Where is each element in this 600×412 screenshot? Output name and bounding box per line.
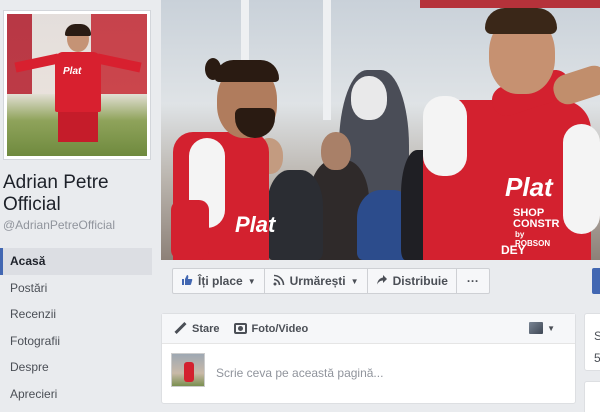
nav-item-reviews[interactable]: Recenzii xyxy=(0,301,152,328)
page-title[interactable]: Adrian Petre Official xyxy=(3,172,153,216)
share-button[interactable]: Distribuie xyxy=(367,268,457,294)
side-card: S 5 xyxy=(584,313,600,371)
jersey-sponsor-text: Plat xyxy=(63,66,82,77)
share-arrow-icon xyxy=(376,274,388,289)
follow-label: Urmărești xyxy=(289,274,346,288)
composer-tabs: Stare Foto/Video ▼ xyxy=(162,314,575,344)
profile-picture[interactable]: Plat xyxy=(3,10,151,160)
jersey-sponsor-text: Plat xyxy=(505,172,553,202)
nav-item-home[interactable]: Acasă xyxy=(0,248,152,275)
chevron-down-icon: ▼ xyxy=(247,276,256,286)
share-label: Distribuie xyxy=(392,274,448,288)
page-nav: Acasă Postări Recenzii Fotografii Despre… xyxy=(0,248,152,407)
like-button[interactable]: Îți place ▼ xyxy=(172,268,265,294)
like-label: Îți place xyxy=(198,274,243,288)
post-composer: Stare Foto/Video ▼ Scrie ceva pe această… xyxy=(161,313,576,404)
stadium-pole xyxy=(323,0,331,120)
fan-head xyxy=(321,132,351,170)
side-card xyxy=(584,381,600,412)
page-handle[interactable]: @AdrianPetreOfficial xyxy=(3,218,115,232)
fan-figure xyxy=(267,170,323,260)
sponsor-text: CONSTR xyxy=(513,218,560,230)
tab-status-label: Stare xyxy=(192,322,220,335)
avatar xyxy=(171,353,205,387)
nav-item-about[interactable]: Despre xyxy=(0,354,152,381)
tab-photo-video-label: Foto/Video xyxy=(251,322,309,335)
nav-item-likes[interactable]: Aprecieri xyxy=(0,381,152,408)
jersey-sponsor-text: Plat xyxy=(235,212,276,237)
stadium-roof xyxy=(420,0,600,8)
chevron-down-icon: ▼ xyxy=(547,323,555,333)
avatar xyxy=(529,322,544,334)
page-action-bar: Îți place ▼ Urmărești ▼ Distribuie ··· xyxy=(172,268,490,294)
cover-photo[interactable]: Plat Plat SHOP CONSTR by ROBSON DEY xyxy=(161,0,600,260)
composer-identity-menu[interactable]: ▼ xyxy=(529,322,555,334)
tab-status[interactable]: Stare xyxy=(174,322,220,335)
composer-body: Scrie ceva pe această pagină... xyxy=(162,344,575,404)
player-figure: Plat xyxy=(14,24,142,156)
side-card-text: S xyxy=(594,329,600,343)
camera-icon xyxy=(233,323,247,334)
pencil-icon xyxy=(174,322,187,335)
sponsor-text: DEY xyxy=(501,243,526,257)
thumbs-up-icon xyxy=(181,274,193,289)
more-dots-icon: ··· xyxy=(466,274,479,288)
chevron-down-icon: ▼ xyxy=(350,276,359,286)
sponsor-text: SHOP xyxy=(513,207,545,219)
profile-photo: Plat xyxy=(7,14,147,156)
composer-input[interactable]: Scrie ceva pe această pagină... xyxy=(216,366,383,380)
nav-item-photos[interactable]: Fotografii xyxy=(0,328,152,355)
side-card-text: 5 xyxy=(594,351,600,365)
more-options-button[interactable]: ··· xyxy=(456,268,490,294)
follow-button[interactable]: Urmărești ▼ xyxy=(264,268,368,294)
primary-action-button[interactable] xyxy=(592,268,600,294)
tab-photo-video[interactable]: Foto/Video xyxy=(233,322,309,335)
rss-icon xyxy=(273,274,285,289)
fan-head xyxy=(351,76,387,120)
nav-item-posts[interactable]: Postări xyxy=(0,275,152,302)
